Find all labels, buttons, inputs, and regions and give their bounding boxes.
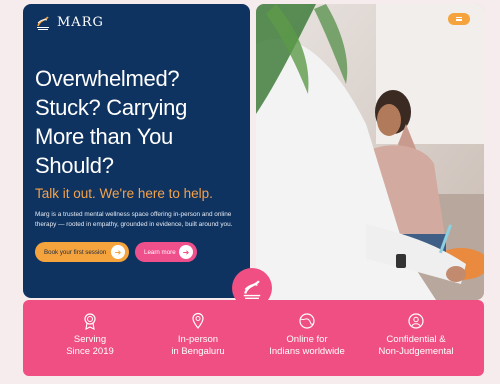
hero-card: MARG Overwhelmed? Stuck? Carrying More t… [23,4,250,298]
feature-line2: in Bengaluru [171,346,225,357]
learn-more-button[interactable]: Learn more ➜ [135,242,197,262]
logo-mark-icon [37,16,49,30]
hero-description: Marg is a trusted mental wellness space … [35,211,233,228]
feature-confidential: Confidential & Non-Judgemental [361,312,471,358]
feature-line1: Online for [286,334,328,345]
feature-line1: Serving [73,334,107,345]
center-logo-badge [232,268,272,308]
learn-more-label: Learn more [144,248,176,256]
feature-line1: In-person [177,334,219,345]
brand-name: MARG [57,14,104,30]
features-bar: Serving Since 2019 In-person in Bengalur… [23,300,484,376]
hero-tagline: Talk it out. We're here to help. [35,186,213,201]
award-ribbon-icon [84,313,96,330]
brand-logo[interactable]: MARG [35,14,104,30]
feature-in-person: In-person in Bengaluru [143,312,253,358]
hero-headline: Overwhelmed? Stuck? Carrying More than Y… [35,66,188,178]
feature-line2: Indians worldwide [269,346,345,357]
hero-photo [256,4,484,300]
arrow-right-icon: ➜ [111,245,125,259]
feature-line2: Non-Judgemental [378,346,454,357]
feature-line1: Confidential & [386,334,446,345]
book-session-button[interactable]: Book your first session ➜ [35,242,129,262]
map-pin-icon [192,312,204,329]
shield-user-icon [408,313,424,329]
book-session-label: Book your first session [44,248,107,256]
hamburger-icon [456,17,462,21]
feature-serving: Serving Since 2019 [35,312,145,358]
menu-button[interactable] [448,13,470,25]
feature-online: Online for Indians worldwide [252,312,362,358]
arrow-right-icon: ➜ [179,245,193,259]
globe-icon [299,313,315,329]
feature-line2: Since 2019 [66,346,114,357]
logo-mark-icon [243,280,261,299]
